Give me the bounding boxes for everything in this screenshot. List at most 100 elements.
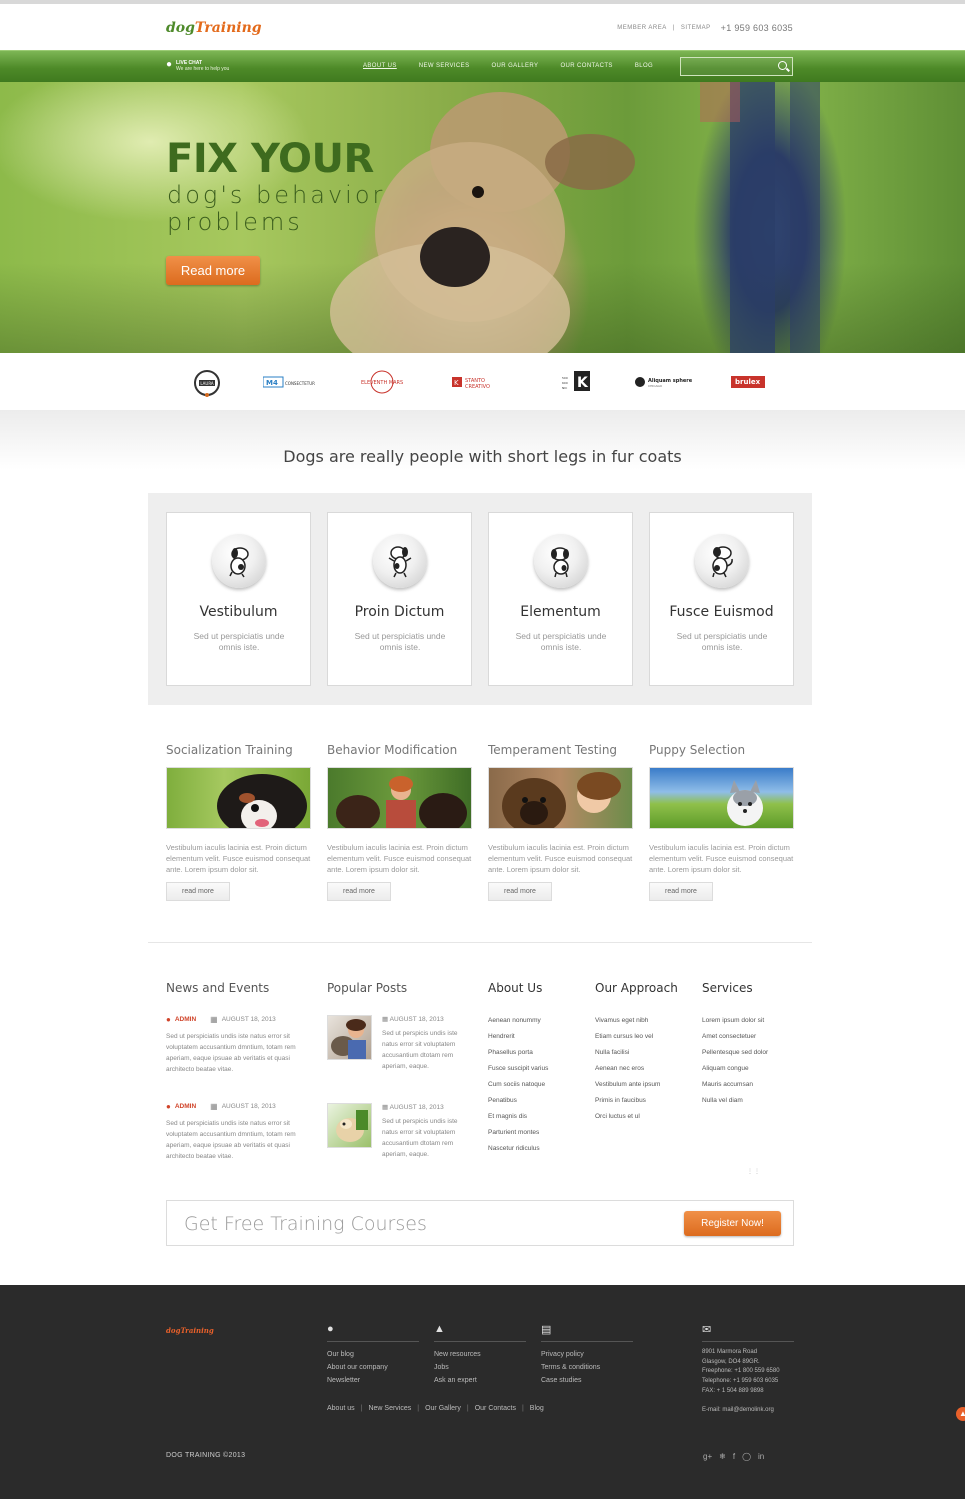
dog-icon: [534, 534, 588, 588]
scroll-to-top-icon[interactable]: ▲: [956, 1407, 965, 1421]
about-link[interactable]: Et magnis dis: [488, 1109, 548, 1125]
search-icon[interactable]: [778, 61, 787, 70]
services-link[interactable]: Lorem ipsum dolor sit: [702, 1013, 768, 1029]
post-thumbnail[interactable]: [327, 1015, 372, 1060]
footer-link[interactable]: Terms & conditions: [541, 1361, 633, 1374]
register-now-button[interactable]: Register Now!: [684, 1211, 781, 1236]
linkedin-icon[interactable]: in: [758, 1452, 764, 1461]
partner-logo-stanto[interactable]: K STANTO CREATIVO: [452, 371, 508, 393]
twitter-icon[interactable]: ❄: [719, 1452, 726, 1461]
sitemap-link[interactable]: SITEMAP: [681, 25, 711, 31]
menu-item-our-contacts[interactable]: OUR CONTACTS: [560, 63, 612, 69]
google-plus-icon[interactable]: g+: [703, 1452, 712, 1461]
service-image[interactable]: [166, 767, 311, 829]
menu-item-new-services[interactable]: NEW SERVICES: [419, 63, 470, 69]
post-date: AUGUST 18, 2013: [389, 1104, 444, 1111]
services-link[interactable]: Nulla vel diam: [702, 1093, 768, 1109]
feature-card-proin-dictum[interactable]: Proin Dictum Sed ut perspiciatis unde om…: [327, 512, 472, 686]
about-link[interactable]: Fusce suscipit varius: [488, 1061, 548, 1077]
service-image[interactable]: [327, 767, 472, 829]
news-author[interactable]: ADMIN: [175, 1016, 196, 1023]
feature-card-vestibulum[interactable]: Vestibulum Sed ut perspiciatis unde omni…: [166, 512, 311, 686]
about-link[interactable]: Cum sociis natoque: [488, 1077, 548, 1093]
partner-logo-m4[interactable]: M4 CONSECTETUR: [263, 371, 320, 393]
about-link[interactable]: Phasellus porta: [488, 1045, 548, 1061]
hero-banner: FIX YOUR dog's behavior problems Read mo…: [0, 82, 965, 353]
news-text: Sed ut perspiciatis undis iste natus err…: [166, 1120, 296, 1160]
facebook-icon[interactable]: f: [733, 1452, 735, 1461]
services-link[interactable]: Pellentesque sed dolor: [702, 1045, 768, 1061]
menu-item-blog[interactable]: BLOG: [635, 63, 653, 69]
approach-link[interactable]: Vestibulum ante ipsum: [595, 1077, 660, 1093]
read-more-button[interactable]: read more: [166, 882, 230, 901]
read-more-button[interactable]: read more: [649, 882, 713, 901]
approach-link[interactable]: Aenean nec eros: [595, 1061, 660, 1077]
search-input[interactable]: [681, 60, 771, 77]
footer-divider: [541, 1341, 633, 1342]
footer-nav-link[interactable]: Our Contacts: [475, 1405, 516, 1412]
menu-item-our-gallery[interactable]: OUR GALLERY: [491, 63, 538, 69]
feature-card-elementum[interactable]: Elementum Sed ut perspiciatis unde omnis…: [488, 512, 633, 686]
thumbs-up-icon: ▲: [434, 1323, 445, 1335]
services-link[interactable]: Amet consectetuer: [702, 1029, 768, 1045]
partner-logo-brulex[interactable]: brulex: [731, 371, 765, 393]
services-link[interactable]: Aliquam congue: [702, 1061, 768, 1077]
footer-link[interactable]: Jobs: [434, 1361, 526, 1374]
live-chat[interactable]: ● LIVE CHAT We are here to help you: [166, 60, 229, 73]
approach-link[interactable]: Vivamus eget nibh: [595, 1013, 660, 1029]
approach-link[interactable]: Orci luctus et ul: [595, 1109, 660, 1125]
approach-link[interactable]: Nulla facilisi: [595, 1045, 660, 1061]
partner-logo-aliquam[interactable]: Aliquam sphere CHICAGO: [634, 371, 694, 393]
read-more-button[interactable]: read more: [327, 882, 391, 901]
about-link[interactable]: Nascetur ridiculus: [488, 1141, 548, 1157]
service-title[interactable]: Behavior Modification: [327, 743, 472, 767]
partner-logo-eleventh-mars[interactable]: ELEVENTH MARS: [359, 368, 409, 396]
menu-item-about-us[interactable]: ABOUT US: [363, 63, 397, 69]
service-title[interactable]: Socialization Training: [166, 743, 311, 767]
footer-link[interactable]: About our company: [327, 1361, 419, 1374]
site-logo[interactable]: dogTraining: [166, 20, 262, 36]
news-author[interactable]: ADMIN: [175, 1103, 196, 1110]
address-line: Freephone: +1 800 559 6580: [702, 1368, 780, 1375]
footer-nav-link[interactable]: New Services: [368, 1405, 411, 1412]
footer-link[interactable]: Privacy policy: [541, 1348, 633, 1361]
service-image[interactable]: [649, 767, 794, 829]
pagination-dots[interactable]: ⋮⋮: [747, 1168, 761, 1175]
read-more-button[interactable]: read more: [488, 882, 552, 901]
service-title[interactable]: Temperament Testing: [488, 743, 633, 767]
calendar-icon: ▦: [382, 1016, 389, 1023]
about-link[interactable]: Penatibus: [488, 1093, 548, 1109]
separator: |: [672, 25, 675, 31]
footer-email[interactable]: E-mail: mail@demolink.org: [702, 1407, 774, 1413]
post-text: Sed ut perspicis undis iste natus error …: [382, 1030, 458, 1070]
service-title[interactable]: Puppy Selection: [649, 743, 794, 767]
footer-nav-link[interactable]: About us: [327, 1405, 355, 1412]
post-thumbnail[interactable]: [327, 1103, 372, 1148]
about-link[interactable]: Hendrerit: [488, 1029, 548, 1045]
partner-logo-laura[interactable]: LAURA: [191, 369, 223, 397]
approach-link[interactable]: Primis in faucibus: [595, 1093, 660, 1109]
partner-logo-k[interactable]: K 500 600 NIC: [562, 369, 592, 393]
services-link[interactable]: Mauris accumsan: [702, 1077, 768, 1093]
footer-link[interactable]: Our blog: [327, 1348, 419, 1361]
footer-nav-link[interactable]: Blog: [530, 1405, 544, 1412]
footer-link[interactable]: Newsletter: [327, 1374, 419, 1387]
footer-logo[interactable]: dogTraining: [166, 1326, 214, 1335]
news-item: ● ADMIN ▦ AUGUST 18, 2013 Sed ut perspiciat…: [166, 1102, 301, 1162]
footer-link[interactable]: Case studies: [541, 1374, 633, 1387]
hero-read-more-button[interactable]: Read more: [166, 256, 260, 285]
member-area-link[interactable]: MEMBER AREA: [617, 25, 667, 31]
approach-link[interactable]: Etiam cursus leo vel: [595, 1029, 660, 1045]
feature-card-fusce-euismod[interactable]: Fusce Euismod Sed ut perspiciatis unde o…: [649, 512, 794, 686]
about-link[interactable]: Parturient montes: [488, 1125, 548, 1141]
about-link[interactable]: Aenean nonummy: [488, 1013, 548, 1029]
footer-link[interactable]: Ask an expert: [434, 1374, 526, 1387]
pinterest-icon[interactable]: ◯: [742, 1452, 751, 1461]
news-item: ● ADMIN ▦ AUGUST 18, 2013 Sed ut perspiciat…: [166, 1015, 301, 1075]
news-date: AUGUST 18, 2013: [221, 1103, 276, 1110]
service-socialization: Socialization Training Vestibulum iaculi…: [166, 743, 311, 901]
address-line: FAX: + 1 504 889 9898: [702, 1387, 764, 1394]
service-image[interactable]: [488, 767, 633, 829]
footer-nav-link[interactable]: Our Gallery: [425, 1405, 461, 1412]
footer-link[interactable]: New resources: [434, 1348, 526, 1361]
